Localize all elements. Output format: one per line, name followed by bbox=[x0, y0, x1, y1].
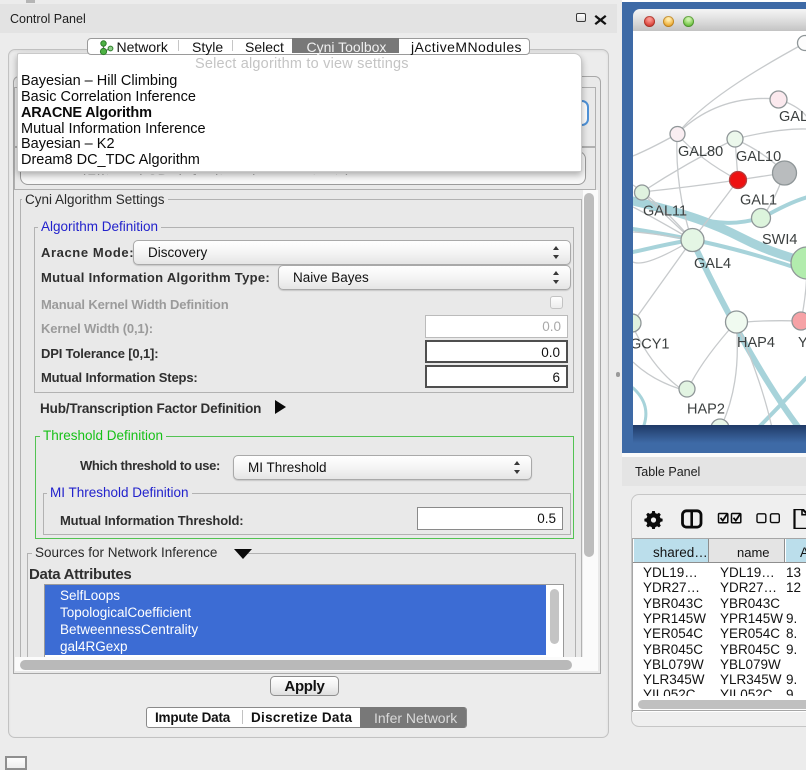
svg-text:HAP2: HAP2 bbox=[687, 402, 725, 418]
svg-text:HAP4: HAP4 bbox=[737, 335, 775, 351]
svg-text:GAL11: GAL11 bbox=[643, 204, 687, 220]
svg-text:GAL1: GAL1 bbox=[740, 193, 777, 209]
svg-text:GCY1: GCY1 bbox=[633, 337, 670, 353]
svg-text:GAL10: GAL10 bbox=[736, 149, 781, 165]
svg-text:Y: Y bbox=[798, 335, 806, 351]
svg-text:GAL4: GAL4 bbox=[694, 256, 731, 272]
svg-text:SWI4: SWI4 bbox=[762, 232, 797, 248]
svg-text:GAL80: GAL80 bbox=[678, 144, 723, 160]
svg-text:GAL7: GAL7 bbox=[779, 109, 806, 125]
